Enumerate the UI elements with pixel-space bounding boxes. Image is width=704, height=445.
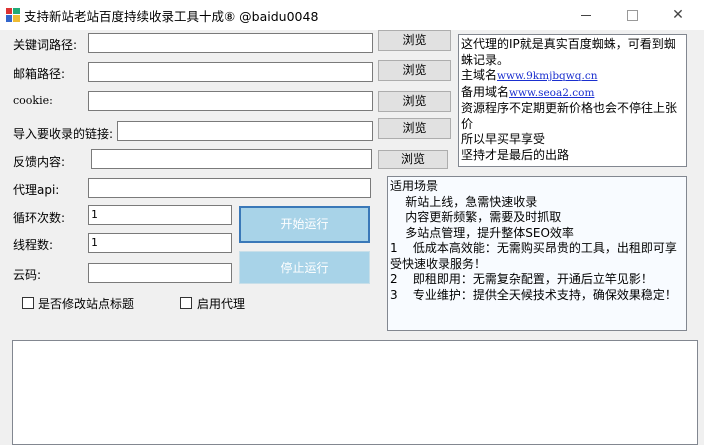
- backup-domain-link[interactable]: www.seoa2.com: [509, 87, 594, 99]
- thread-count-input[interactable]: 1: [88, 233, 232, 253]
- loop-count-label: 循环次数:: [13, 211, 66, 225]
- close-icon: ✕: [672, 7, 684, 23]
- links-input[interactable]: [117, 121, 373, 141]
- info-line: 这代理的IP就是真实百度蜘蛛，可看到蜘蛛记录。: [461, 37, 676, 67]
- email-path-label: 邮箱路径:: [13, 67, 66, 81]
- scenario-title: 适用场景: [390, 179, 439, 193]
- modify-title-label: 是否修改站点标题: [38, 297, 135, 311]
- email-path-input[interactable]: [88, 62, 373, 82]
- keyword-path-label: 关键词路径:: [13, 38, 78, 52]
- info-textbox[interactable]: 这代理的IP就是真实百度蜘蛛，可看到蜘蛛记录。 主域名www.9kmjbqwq.…: [458, 34, 687, 167]
- cookie-input[interactable]: [88, 91, 373, 111]
- feedback-input[interactable]: [91, 149, 372, 169]
- maximize-button[interactable]: [609, 0, 655, 30]
- loop-count-input[interactable]: 1: [88, 205, 232, 225]
- info-line: 资源程序不定期更新价格也会不停往上张价: [461, 101, 678, 131]
- minimize-icon: [581, 14, 591, 16]
- captcha-label: 云码:: [13, 268, 42, 282]
- modify-title-checkbox[interactable]: [22, 297, 34, 309]
- browse-cookie-button[interactable]: 浏览: [378, 91, 451, 112]
- browse-keyword-button[interactable]: 浏览: [378, 30, 451, 51]
- scenario-point: 3 专业维护：提供全天候技术支持，确保效果稳定！: [390, 287, 677, 302]
- scenario-point: 1 低成本高效能：无需购买昂贵的工具，出租即可享受快速收录服务！: [390, 241, 677, 271]
- window-title: 支持新站老站百度持续收录工具十成⑧ @baidu0048: [24, 9, 319, 24]
- info-line: 坚持才是最后的出路: [461, 147, 570, 162]
- info-main-domain-prefix: 主域名: [461, 68, 498, 82]
- minimize-button[interactable]: [563, 0, 609, 30]
- maximize-icon: [626, 9, 638, 21]
- info-main-domain: 主域名www.9kmjbqwq.cn: [461, 68, 684, 85]
- proxy-api-label: 代理api:: [13, 183, 60, 197]
- links-label: 导入要收录的链接:: [13, 127, 114, 141]
- scenario-line: 多站点管理，提升整体SEO效率: [390, 225, 574, 240]
- feedback-label: 反馈内容:: [13, 155, 66, 169]
- scenario-textbox[interactable]: 适用场景 新站上线，急需快速收录 内容更新频繁，需要及时抓取 多站点管理，提升整…: [387, 176, 687, 331]
- keyword-path-input[interactable]: [88, 33, 373, 53]
- captcha-input[interactable]: [88, 263, 232, 283]
- title-bar: 支持新站老站百度持续收录工具十成⑧ @baidu0048 ✕: [0, 0, 704, 30]
- enable-proxy-label: 启用代理: [197, 297, 246, 311]
- info-backup-domain: 备用域名www.seoa2.com: [461, 85, 684, 102]
- scenario-line: 内容更新频繁，需要及时抓取: [390, 210, 562, 224]
- browse-feedback-button[interactable]: 浏览: [378, 150, 448, 169]
- start-button[interactable]: 开始运行: [239, 206, 370, 243]
- info-backup-domain-prefix: 备用域名: [461, 84, 510, 99]
- close-button[interactable]: ✕: [655, 0, 701, 30]
- stop-button[interactable]: 停止运行: [239, 251, 370, 284]
- app-icon: [6, 8, 20, 22]
- thread-count-label: 线程数:: [13, 238, 54, 252]
- log-textbox[interactable]: [12, 340, 698, 445]
- browse-links-button[interactable]: 浏览: [378, 118, 451, 139]
- browse-email-button[interactable]: 浏览: [378, 60, 451, 81]
- info-line: 所以早买早享受: [461, 132, 546, 146]
- scenario-point: 2 即租即用：无需复杂配置，开通后立竿见影！: [390, 272, 653, 286]
- scenario-line: 新站上线，急需快速收录: [390, 194, 538, 209]
- cookie-label: cookie:: [13, 94, 53, 107]
- enable-proxy-checkbox[interactable]: [180, 297, 192, 309]
- main-domain-link[interactable]: www.9kmjbqwq.cn: [497, 70, 597, 82]
- proxy-api-input[interactable]: [88, 178, 371, 198]
